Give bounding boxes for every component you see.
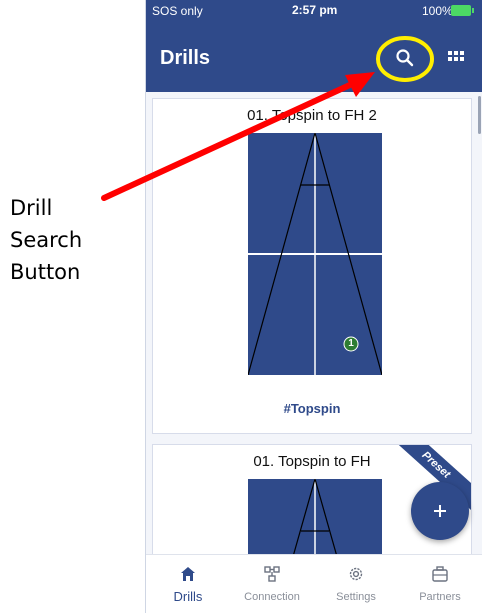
- grid-menu-icon: [448, 51, 452, 55]
- page-title: Drills: [160, 47, 211, 69]
- nav-drills[interactable]: Drills: [146, 555, 230, 613]
- drill-card[interactable]: 01. Topspin to FH 2 1 #Topspin: [152, 98, 472, 434]
- grid-dot: [454, 57, 458, 61]
- status-bar: SOS only 2:57 pm 100%: [146, 0, 482, 22]
- nav-label-settings: Settings: [336, 591, 376, 603]
- drill-title: 01. Topspin to FH: [253, 453, 371, 470]
- carrier-label: SOS only: [152, 4, 203, 18]
- bottom-nav: Drills Connection Settings Partners: [146, 554, 482, 613]
- nav-connection[interactable]: Connection: [230, 555, 314, 613]
- ball-number: 1: [348, 338, 354, 349]
- home-icon: [181, 567, 195, 581]
- search-icon: [396, 49, 414, 67]
- search-button[interactable]: [379, 38, 431, 78]
- drill-tag[interactable]: #Topspin: [153, 401, 471, 416]
- screenshot-page: Drill Search Button SOS only 2:57 pm 100…: [0, 0, 482, 613]
- grid-dot: [448, 57, 452, 61]
- callout-line-1: Drill: [10, 196, 53, 220]
- nav-settings[interactable]: Settings: [314, 555, 398, 613]
- add-drill-button[interactable]: [411, 482, 469, 540]
- status-time: 2:57 pm: [292, 3, 338, 17]
- nav-label-connection: Connection: [244, 591, 300, 603]
- table-diagram: [248, 479, 382, 554]
- connection-icon: [264, 566, 280, 582]
- phone-screen: SOS only 2:57 pm 100% Drills 01. Topspin…: [145, 0, 482, 613]
- app-bar: Drills: [146, 22, 482, 92]
- callout-line-3: Button: [10, 260, 81, 284]
- battery-percent: 100%: [422, 4, 453, 18]
- gear-icon: [349, 567, 363, 581]
- grid-dot: [460, 51, 464, 55]
- table-diagram: [248, 133, 382, 375]
- callout-line-2: Search: [10, 228, 83, 252]
- nav-label-partners: Partners: [419, 591, 461, 603]
- briefcase-icon: [432, 566, 448, 582]
- grid-dot: [454, 51, 458, 55]
- annotation-callout: Drill Search Button: [10, 192, 120, 288]
- battery-icon: [451, 5, 474, 16]
- grid-menu-button[interactable]: [446, 46, 468, 68]
- drill-title: 01. Topspin to FH 2: [247, 107, 377, 124]
- nav-partners[interactable]: Partners: [398, 555, 482, 613]
- scrollbar[interactable]: [478, 96, 481, 134]
- grid-dot: [460, 57, 464, 61]
- nav-label-drills: Drills: [173, 589, 203, 604]
